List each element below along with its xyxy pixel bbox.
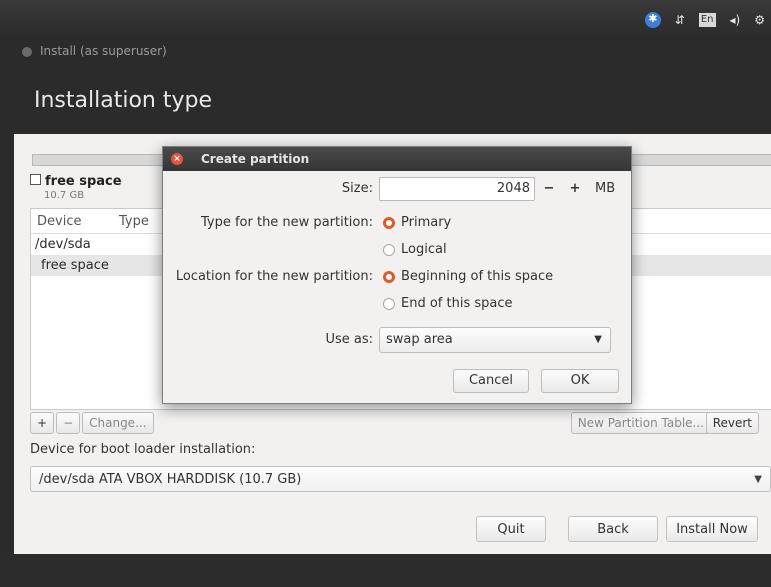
boot-loader-select[interactable]: /dev/sda ATA VBOX HARDDISK (10.7 GB) ▼ <box>30 466 771 492</box>
volume-icon[interactable]: ◂) <box>730 13 741 27</box>
boot-loader-label: Device for boot loader installation: <box>30 442 256 457</box>
size-label: Size: <box>341 181 373 196</box>
use-as-value: swap area <box>386 332 453 347</box>
increment-button[interactable]: + <box>563 177 587 201</box>
use-as-label: Use as: <box>325 332 373 347</box>
window-title: Install (as superuser) <box>22 44 167 58</box>
create-partition-dialog: × Create partition Size: 2048 − + MB Typ… <box>162 146 632 404</box>
keyboard-language-indicator[interactable]: En <box>698 13 716 27</box>
quit-button[interactable]: Quit <box>476 516 546 542</box>
revert-button[interactable]: Revert <box>705 412 759 434</box>
radio-primary[interactable]: Primary <box>383 215 451 230</box>
cancel-button[interactable]: Cancel <box>453 369 529 393</box>
radio-unselected-icon <box>383 243 395 256</box>
power-gear-icon[interactable]: ⚙ <box>754 13 765 27</box>
size-unit: MB <box>595 181 616 196</box>
chevron-down-icon: ▼ <box>594 334 602 345</box>
size-input[interactable]: 2048 <box>379 177 535 201</box>
radio-label: Primary <box>401 215 452 230</box>
radio-end[interactable]: End of this space <box>383 296 513 311</box>
page-title: Installation type <box>34 88 212 113</box>
radio-selected-icon <box>383 216 395 229</box>
window-title-text: Install (as superuser) <box>40 44 167 58</box>
radio-label: End of this space <box>401 296 513 311</box>
partition-tools: + − Change... <box>30 412 154 434</box>
radio-unselected-icon <box>383 297 395 310</box>
use-as-select[interactable]: swap area ▼ <box>379 327 611 353</box>
free-space-label: free space <box>45 174 122 189</box>
change-partition-button[interactable]: Change... <box>82 412 154 434</box>
radio-selected-icon <box>383 270 395 283</box>
radio-label: Beginning of this space <box>401 269 554 284</box>
back-button[interactable]: Back <box>568 516 658 542</box>
add-partition-button[interactable]: + <box>30 412 55 434</box>
legend-swatch-icon <box>30 174 41 185</box>
window-close-icon[interactable] <box>22 46 32 57</box>
remove-partition-button[interactable]: − <box>56 412 81 434</box>
free-space-size: 10.7 GB <box>44 190 85 201</box>
bottom-strip <box>0 554 771 587</box>
accessibility-icon[interactable]: ✱ <box>644 12 661 28</box>
radio-label: Logical <box>401 242 447 257</box>
install-now-button[interactable]: Install Now <box>666 516 758 542</box>
boot-loader-value: /dev/sda ATA VBOX HARDDISK (10.7 GB) <box>39 472 302 487</box>
top-panel: ✱ ⇵ En ◂) ⚙ <box>0 0 771 40</box>
dialog-titlebar: × Create partition <box>163 147 631 171</box>
system-tray: ✱ ⇵ En ◂) ⚙ <box>644 12 765 28</box>
close-icon[interactable]: × <box>171 153 183 165</box>
chevron-down-icon: ▼ <box>754 474 762 485</box>
network-icon[interactable]: ⇵ <box>675 13 685 27</box>
ok-button[interactable]: OK <box>541 369 619 393</box>
radio-beginning[interactable]: Beginning of this space <box>383 269 553 284</box>
location-label: Location for the new partition: <box>175 269 373 284</box>
column-header[interactable]: Device <box>31 214 113 229</box>
partition-type-label: Type for the new partition: <box>200 215 373 230</box>
free-space-legend: free space <box>30 174 122 189</box>
decrement-button[interactable]: − <box>537 177 561 201</box>
radio-logical[interactable]: Logical <box>383 242 447 257</box>
new-partition-table-button[interactable]: New Partition Table... <box>570 412 711 434</box>
dialog-title: Create partition <box>201 152 310 166</box>
